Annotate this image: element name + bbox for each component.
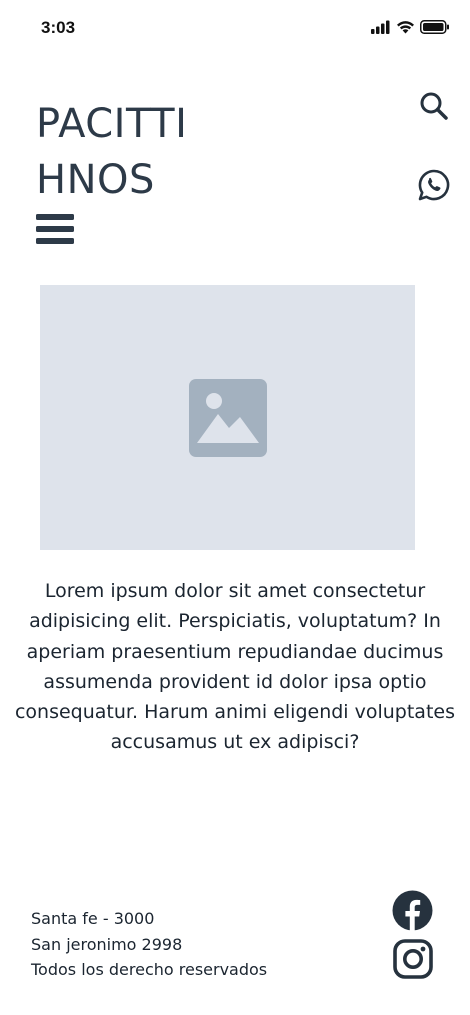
brand-line-1: PACITTI: [36, 101, 188, 147]
brand-line-2: HNOS: [36, 157, 155, 203]
image-placeholder-icon: [188, 378, 267, 457]
hamburger-menu-icon: [36, 214, 74, 244]
footer-address-line-2: San jeronimo 2998: [31, 934, 183, 954]
search-button[interactable]: [418, 90, 450, 122]
footer-address-line-1: Santa fe - 3000: [31, 909, 155, 928]
whatsapp-button[interactable]: [417, 168, 451, 202]
instagram-icon: [393, 939, 433, 979]
status-icons: [371, 20, 450, 34]
signal-icon: [371, 20, 390, 34]
facebook-icon: [392, 890, 433, 931]
status-time: 3:03: [41, 18, 76, 37]
brand-logo-text[interactable]: PACITTI HNOS: [36, 96, 187, 208]
status-bar: 3:03: [0, 0, 470, 60]
instagram-button[interactable]: [393, 939, 433, 979]
whatsapp-icon: [418, 169, 450, 201]
footer-info: Santa fe - 3000 San jeronimo 2998 Todos …: [31, 906, 267, 983]
menu-button[interactable]: [36, 212, 76, 248]
wifi-icon: [397, 21, 414, 34]
hero-image-placeholder: [40, 285, 415, 550]
footer-rights: Todos los derecho reservados: [31, 960, 268, 979]
facebook-button[interactable]: [392, 890, 433, 931]
battery-icon: [420, 20, 449, 34]
search-icon: [420, 92, 448, 120]
intro-paragraph: Lorem ipsum dolor sit amet consectetur a…: [14, 580, 455, 754]
